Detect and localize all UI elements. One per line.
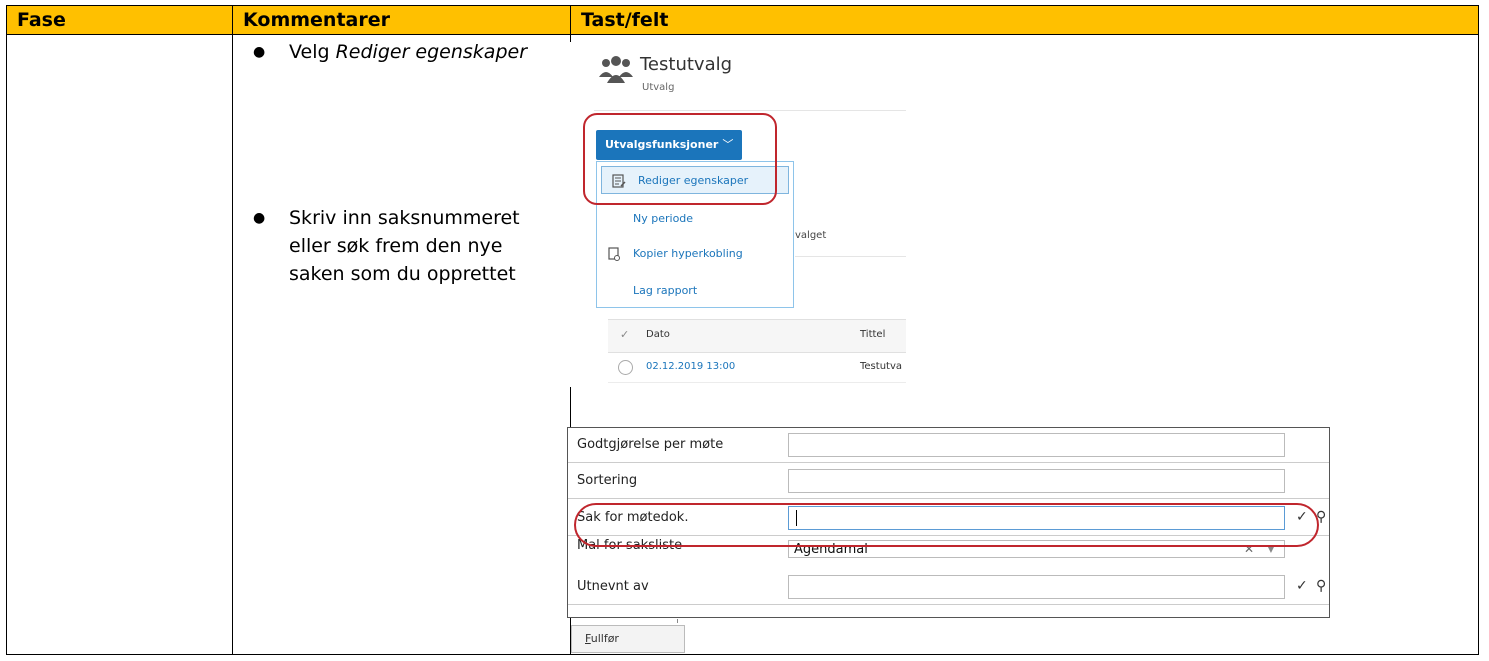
row-checkbox[interactable]	[618, 360, 633, 375]
copy-link-icon	[608, 247, 620, 261]
form-row: Utnevnt av ✓ ⚲	[568, 570, 1329, 605]
finish-label: ullfør	[590, 632, 619, 645]
comment-item: ● Velg Rediger egenskaper	[253, 38, 553, 66]
header-tast-felt: Tast/felt	[570, 5, 1479, 35]
compensation-input[interactable]	[788, 433, 1285, 457]
highlight-oval	[574, 503, 1319, 547]
row-date-link[interactable]: 02.12.2019 13:00	[646, 361, 735, 372]
confirm-check-icon[interactable]: ✓	[1296, 578, 1308, 594]
header-kommentarer: Kommentarer	[232, 5, 571, 35]
comment-text: Skriv inn saksnummeret eller søk frem de…	[289, 207, 520, 285]
comment-emphasis: Rediger egenskaper	[335, 41, 528, 63]
table-row[interactable]: 02.12.2019 13:00 Testutva	[608, 352, 906, 383]
fase-cell	[6, 34, 233, 655]
committee-screenshot: Testutvalg Utvalg Utvalgsfunksjoner ﹀ Red…	[566, 42, 906, 387]
comment-item: ● Skriv inn saksnummeret eller søk frem …	[253, 204, 553, 288]
field-label: Utnevnt av	[577, 579, 649, 594]
check-icon[interactable]: ✓	[620, 328, 629, 341]
header-fase: Fase	[6, 5, 233, 35]
bullet-icon: ●	[253, 210, 266, 226]
finish-button[interactable]: Fullfør	[571, 625, 685, 653]
divider	[795, 256, 906, 257]
comment-prefix: Velg	[289, 41, 336, 63]
column-tittel[interactable]: Tittel	[860, 329, 885, 340]
field-label: Godtgjørelse per møte	[577, 437, 724, 452]
field-label: Sortering	[577, 473, 638, 488]
divider	[677, 619, 678, 623]
kommentarer-cell: ● Velg Rediger egenskaper ● Skriv inn sa…	[232, 34, 571, 655]
group-icon	[599, 56, 633, 83]
form-row: Sortering	[568, 464, 1329, 499]
sorting-input[interactable]	[788, 469, 1285, 493]
menu-item-new-period[interactable]: Ny periode	[597, 205, 793, 233]
row-title: Testutva	[860, 361, 902, 372]
appointed-by-input[interactable]	[788, 575, 1285, 599]
menu-item-copy-hyperlink[interactable]: Kopier hyperkobling	[597, 240, 793, 268]
highlight-oval	[583, 113, 777, 205]
search-icon[interactable]: ⚲	[1316, 578, 1326, 594]
menu-item-create-report[interactable]: Lag rapport	[597, 277, 793, 305]
grid-header: ✓ Dato Tittel	[608, 319, 906, 353]
obscured-text: valget	[795, 230, 827, 241]
form-row: Godtgjørelse per møte	[568, 428, 1329, 463]
page-title: Testutvalg	[640, 54, 733, 75]
column-dato[interactable]: Dato	[646, 329, 670, 340]
divider	[594, 110, 906, 111]
page-subtitle: Utvalg	[642, 82, 675, 93]
comment-list: ● Velg Rediger egenskaper ● Skriv inn sa…	[233, 35, 570, 654]
header-row: Fase Kommentarer Tast/felt	[6, 5, 1479, 35]
bullet-icon: ●	[253, 44, 266, 60]
